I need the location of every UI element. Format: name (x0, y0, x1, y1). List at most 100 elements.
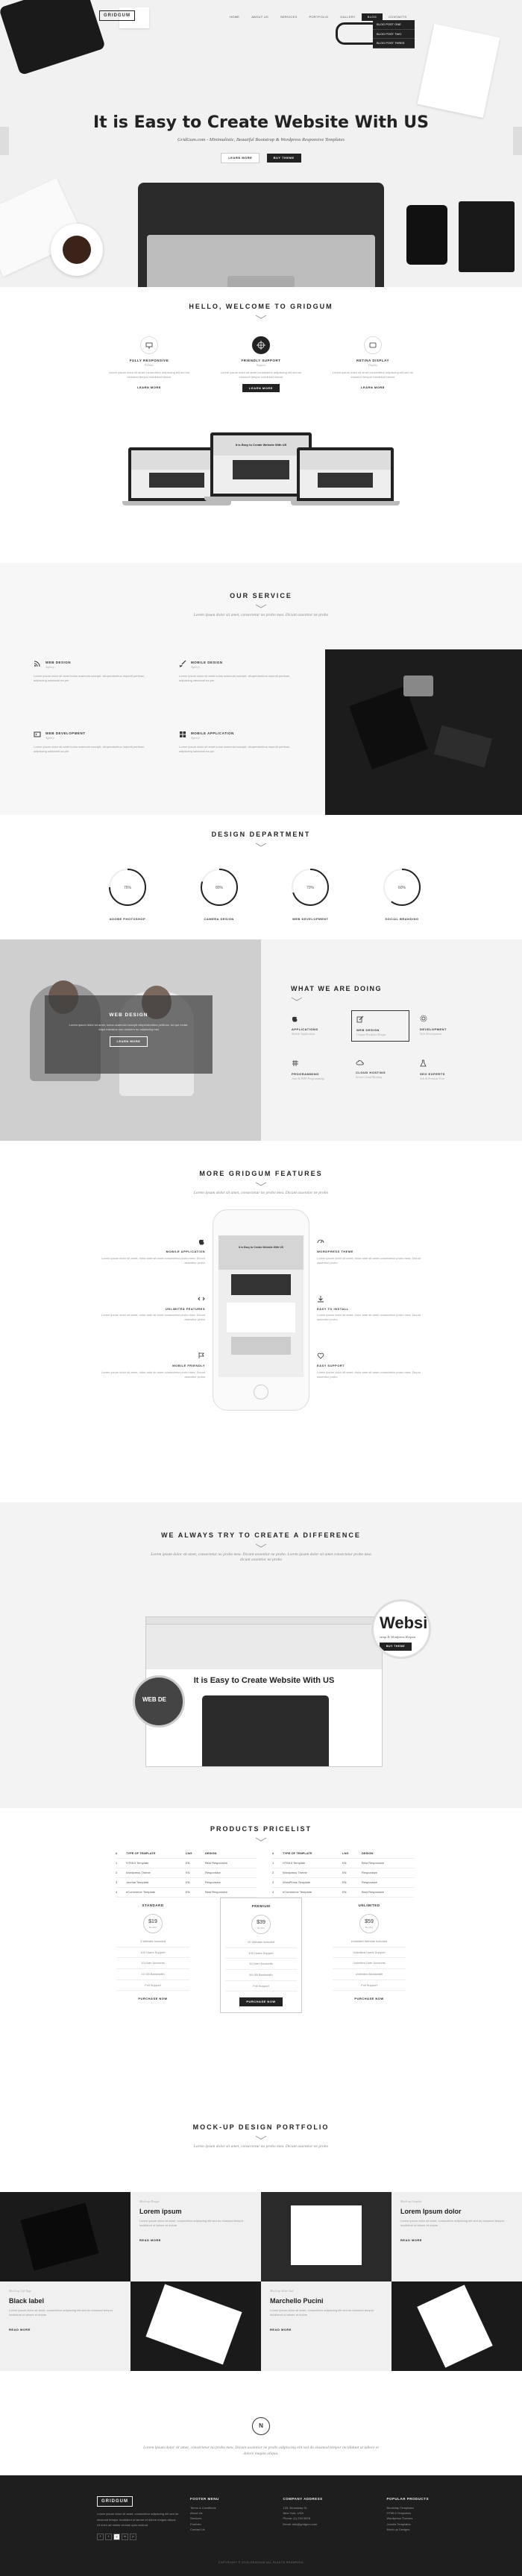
learn-more-link[interactable]: LEARN MORE (108, 385, 190, 390)
footer-link[interactable]: Bootstrap Templates (386, 2505, 429, 2510)
portfolio-image (392, 2281, 522, 2371)
skill-label: SOCIAL BRANDING (385, 917, 419, 921)
feature-item-title: WORDPRESS THEME (317, 1250, 353, 1253)
portfolio-text-card: Mock-up Gift Tags Black label Lorem ipsum … (0, 2281, 130, 2371)
hero-subtitle: GridGum.com - Minimalistic, Beautiful Bo… (177, 137, 345, 142)
learn-more-button[interactable]: LEARN MORE (242, 383, 280, 393)
pricing-feature: 10 GB Bandwidth (116, 1969, 189, 1980)
service-item-sub: Agency (191, 664, 200, 669)
doing-cell[interactable]: DEVELOPMENT Web Development (415, 1010, 474, 1042)
pricing-card: STANDARD $19 Monthly 1 Website Included 100 … (112, 1898, 194, 2013)
footer-link[interactable]: Contact Us (190, 2527, 219, 2532)
purchase-link[interactable]: PURCHASE NOW (354, 1997, 383, 2000)
footer-link[interactable]: Mock-up Designs (386, 2527, 429, 2532)
pricing-feature: 10 Website Included (225, 1937, 297, 1948)
footer-link[interactable]: Email: info@gridgum.com (283, 2522, 323, 2527)
service-item: MOBILE DESIGN Agency Lorem ipsum dolor si… (179, 660, 298, 683)
read-more-link[interactable]: READ MORE (9, 2328, 122, 2332)
dropdown-item[interactable]: BLOG POST ONE (373, 20, 415, 30)
ornament-icon (291, 997, 303, 1001)
nav-portfolio[interactable]: PORTFOLIO (304, 13, 335, 21)
doing-cell[interactable]: WEB DESIGN Unique Portfolio Design (351, 1010, 409, 1042)
service-section: OUR SERVICE Lorem ipsum dolor sit amet, … (0, 563, 522, 939)
social-icon[interactable]: p (130, 2533, 136, 2540)
dropdown-item[interactable]: BLOG POST TWO (373, 30, 415, 40)
feature-subtitle: Website (144, 363, 154, 368)
portfolio-text-card: Mock-up Design Lorem ipsum Lorem ipsum dol… (130, 2192, 261, 2281)
read-more-link[interactable]: READ MORE (270, 2328, 383, 2332)
nav-gallery[interactable]: GALLERY (334, 13, 361, 21)
overlay-desc: Lorem ipsum dolor sit amet, ludus scaevo… (69, 1023, 189, 1032)
doing-cell-sub: Unique Portfolio Design (356, 1032, 386, 1036)
purchase-link[interactable]: PURCHASE NOW (138, 1997, 167, 2000)
dropdown-item[interactable]: BLOG POST THREE (373, 39, 415, 48)
buy-theme-button[interactable]: BUY THEME (266, 154, 301, 163)
slider-next-arrow[interactable] (513, 127, 522, 155)
pricing-feature: Full Support (225, 1981, 297, 1992)
learn-more-button[interactable]: LEARN MORE (221, 153, 260, 163)
footer-link[interactable]: 125, Broadway St. (283, 2505, 323, 2510)
table-row: 3 Joomla Template EN Responsive (116, 1878, 257, 1888)
pricing-feature: 50 GB Bandwidth (225, 1970, 297, 1981)
plan-price: $39 (257, 1920, 265, 1926)
grid-icon (292, 1060, 299, 1068)
overlay-learn-more-button[interactable]: LEARN MORE (109, 1036, 148, 1047)
feature-item-title: MOBILE FRIENDLY (172, 1364, 205, 1368)
nav-services[interactable]: SERVICES (274, 13, 304, 21)
portfolio-image (130, 2281, 261, 2371)
pricing-feature: Unlimited Users Support (333, 1947, 406, 1959)
footer-link[interactable]: Portfolio (190, 2522, 219, 2527)
social-icon[interactable]: t (105, 2533, 112, 2540)
portfolio-tag: Mock-up Silver Sub (270, 2289, 294, 2293)
difference-section: WE ALWAYS TRY TO CREATE A DIFFERENCE Lor… (0, 1502, 522, 1808)
feature-item: MOBILE FRIENDLY Lorem ipsum dolor sit ame… (93, 1352, 205, 1379)
plan-price: $19 (148, 1919, 157, 1925)
doing-cell[interactable]: APPLICATIONS Mobile Application (287, 1010, 345, 1042)
footer-logo[interactable]: GRIDGUM (97, 2496, 133, 2507)
overlay-title: WEB DESIGN (109, 1013, 148, 1018)
social-icon[interactable]: in (122, 2533, 128, 2540)
more-features-section: MORE GRIDGUM FEATURES Lorem ipsum dolor … (0, 1141, 522, 1502)
footer-link[interactable]: New York, USA (283, 2510, 323, 2516)
footer-link[interactable]: Joomla Templates (386, 2522, 429, 2527)
zoom-buy-button[interactable]: BUY THEME (380, 1643, 412, 1651)
table-header: # TYPE OF TEMPLATE LNG DESIGN (272, 1849, 414, 1859)
ornament-icon (255, 2135, 267, 2140)
doing-cell[interactable]: CLOUD HOSTING Secure Cloud Hosting (351, 1055, 409, 1085)
skill-circle: 60% SOCIAL BRANDING (379, 866, 425, 922)
phone-image (406, 205, 447, 265)
footer-link[interactable]: HTML5 Templates (386, 2510, 429, 2516)
footer-link[interactable]: Services (190, 2516, 219, 2521)
plan-price-circle: $59 Monthly (359, 1914, 379, 1934)
nav-home[interactable]: HOME (224, 13, 245, 21)
social-icon[interactable]: g (113, 2533, 120, 2540)
footer-link[interactable]: Phone: (1) 234 5678 (283, 2516, 323, 2521)
purchase-button[interactable]: PURCHASE NOW (239, 1997, 283, 2006)
nav-about[interactable]: ABOUT US (245, 13, 274, 21)
table-cell: 3 (116, 1880, 118, 1885)
table-header-cell: # (272, 1851, 274, 1856)
portfolio-subtitle: Lorem ipsum dolor sit amet, consectetur … (193, 2144, 329, 2149)
social-icon[interactable]: f (97, 2533, 104, 2540)
footer-link[interactable]: Terms & Conditions (190, 2505, 219, 2510)
feature-desc: Lorem ipsum dolor sit amet consectetur a… (220, 370, 302, 379)
feature-item-title: EASY TO INSTALL (317, 1306, 349, 1311)
read-more-link[interactable]: READ MORE (400, 2238, 513, 2243)
portfolio-section: MOCK-UP DESIGN PORTFOLIO Lorem ipsum dol… (0, 2106, 522, 2408)
logo[interactable]: GRIDGUM (99, 10, 135, 22)
portfolio-tag: Mock-up Graphic (400, 2199, 422, 2203)
read-more-link[interactable]: READ MORE (139, 2238, 252, 2243)
doing-cell[interactable]: PROGRAMMING Java & PHP Programming (287, 1055, 345, 1085)
learn-more-link[interactable]: LEARN MORE (332, 385, 414, 390)
portfolio-tag: Mock-up Gift Tags (9, 2289, 31, 2293)
doing-cell[interactable]: SEO EXPERTS Ads & Promote Your (415, 1055, 474, 1085)
table-cell: EN (342, 1871, 347, 1875)
footer-link[interactable]: Wordpress Themes (386, 2516, 429, 2521)
hero-buttons: LEARN MORE BUY THEME (0, 153, 522, 163)
slider-prev-arrow[interactable] (0, 127, 9, 155)
footer-link[interactable]: About Us (190, 2510, 219, 2516)
apple-icon (198, 1238, 205, 1247)
table-header-cell: LNG (186, 1851, 192, 1856)
table-cell: Responsive (205, 1880, 221, 1885)
footer-column-title: POPULAR PRODUCTS (386, 2497, 429, 2501)
